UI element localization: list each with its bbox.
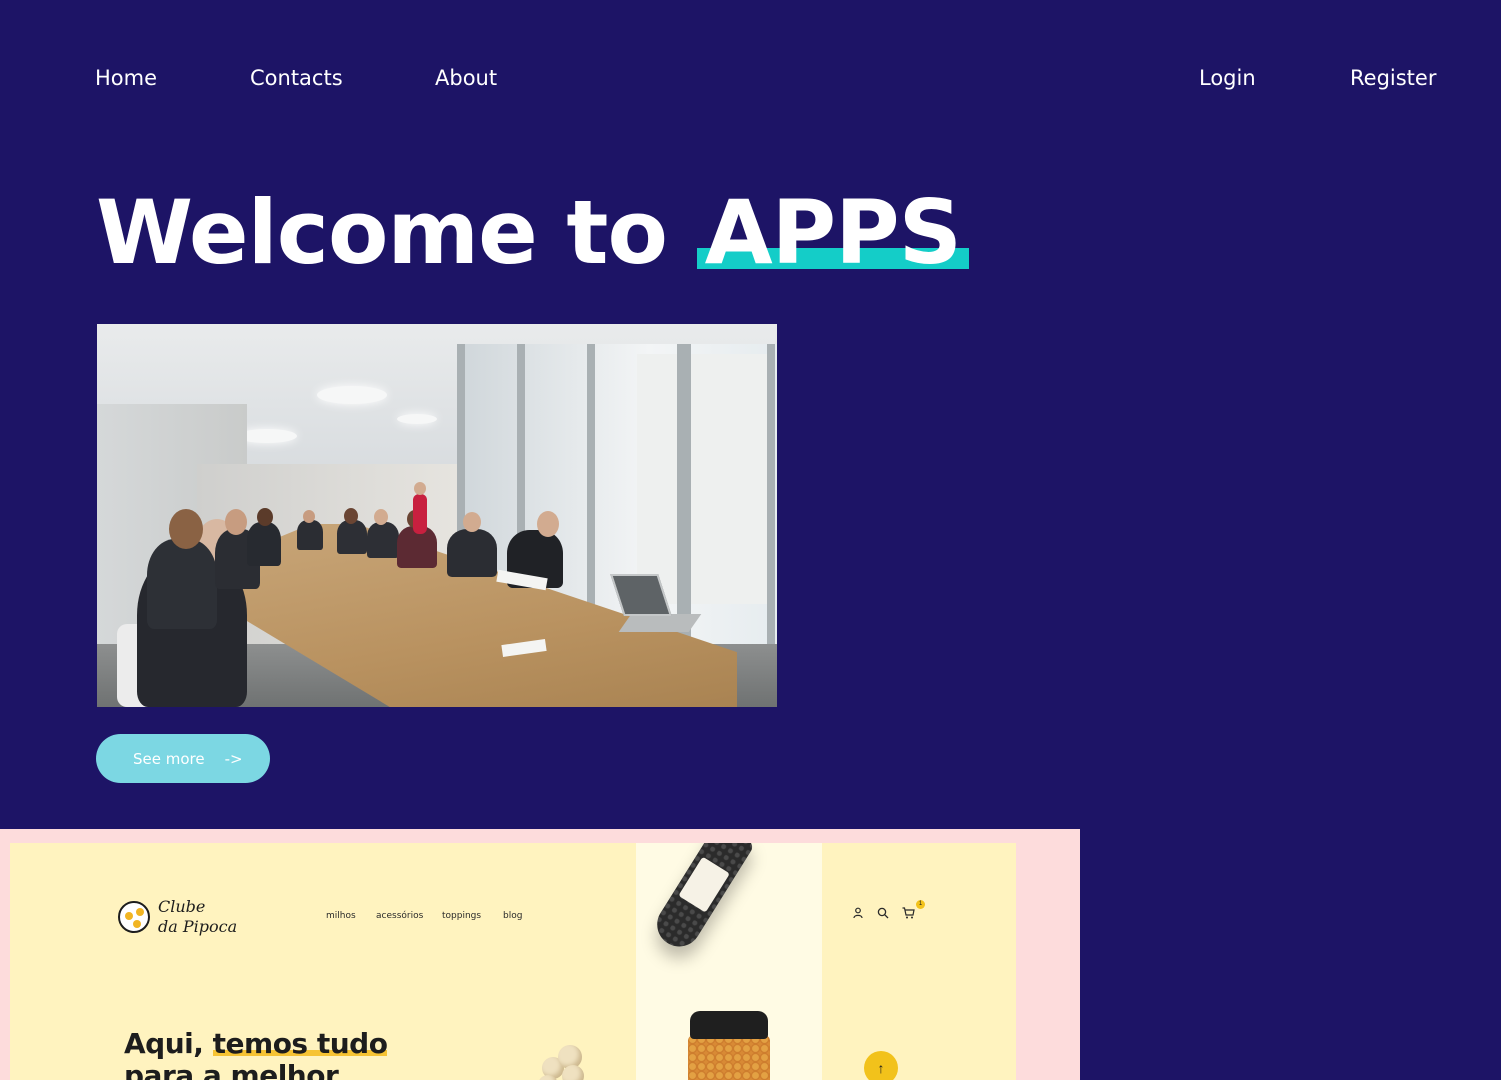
site-menu-blog: blog [503,911,523,921]
headline-highlight-text: temos tudo [212,1027,388,1060]
cart-icon [902,907,915,922]
nav-contacts[interactable]: Contacts [250,64,343,92]
logo-dot [125,912,133,920]
site-menu-acessorios: acessórios [376,911,424,921]
logo-line-1: Clube [158,897,206,916]
cart-count-badge: 1 [916,900,925,909]
person-head [463,512,481,532]
laptop [618,614,702,632]
window-building [637,354,767,604]
person [247,522,281,566]
jar-body [688,1035,770,1080]
hero-title-prefix: Welcome to [96,181,697,284]
logo-dot [136,908,144,916]
see-more-button[interactable]: See more -> [96,734,270,783]
nav-home[interactable]: Home [95,64,157,92]
person-head [257,508,273,526]
ceiling-light [397,414,437,424]
popcorn-image [538,1041,592,1080]
site-logo-text: Clube da Pipoca [158,897,248,937]
scroll-top-button: ↑ [864,1051,898,1080]
site-headline: Aqui, temos tudo [124,1027,388,1060]
person-head [303,510,315,523]
site-menu-milhos: milhos [326,911,356,921]
user-icon [853,907,863,922]
site-menu-toppings: toppings [442,911,482,921]
nav-register[interactable]: Register [1350,64,1436,92]
headline-prefix: Aqui, [124,1027,213,1060]
person [297,520,323,550]
popcorn-kernel [562,1065,584,1080]
hero-title-accent: APPS [696,178,970,288]
ceiling-light [317,386,387,404]
site-logo: Clube da Pipoca [118,897,248,941]
logo-line-2: da Pipoca [158,917,238,936]
person [367,522,399,558]
search-icon [877,907,889,922]
hero-title-accent-word: APPS [704,181,962,284]
jar-lid [690,1011,768,1039]
see-more-label: See more [133,749,205,768]
person-head [414,482,426,495]
arrow-right-icon: -> [224,749,243,768]
site-headline-line-2: para a melhor [124,1059,339,1080]
popcorn-logo-icon [118,901,150,933]
person-head [169,509,203,549]
nav-about[interactable]: About [435,64,497,92]
person-standing [413,494,427,534]
person [447,529,497,577]
person [147,539,217,629]
person-head [374,509,388,525]
preview-site-screenshot: Clube da Pipoca milhos acessórios toppin… [10,843,1016,1080]
hero-title: Welcome to APPS [96,178,970,288]
nav-login[interactable]: Login [1199,64,1256,92]
person-head [344,508,358,524]
app-preview-card[interactable]: Clube da Pipoca milhos acessórios toppin… [0,829,1080,1080]
person-head [225,509,247,535]
office-meeting-photo [97,324,777,707]
person-head [537,511,559,537]
headline-highlight: temos tudo [212,1027,388,1060]
logo-dot [133,920,141,928]
person [337,520,367,554]
popcorn-jar-image [688,1011,770,1080]
